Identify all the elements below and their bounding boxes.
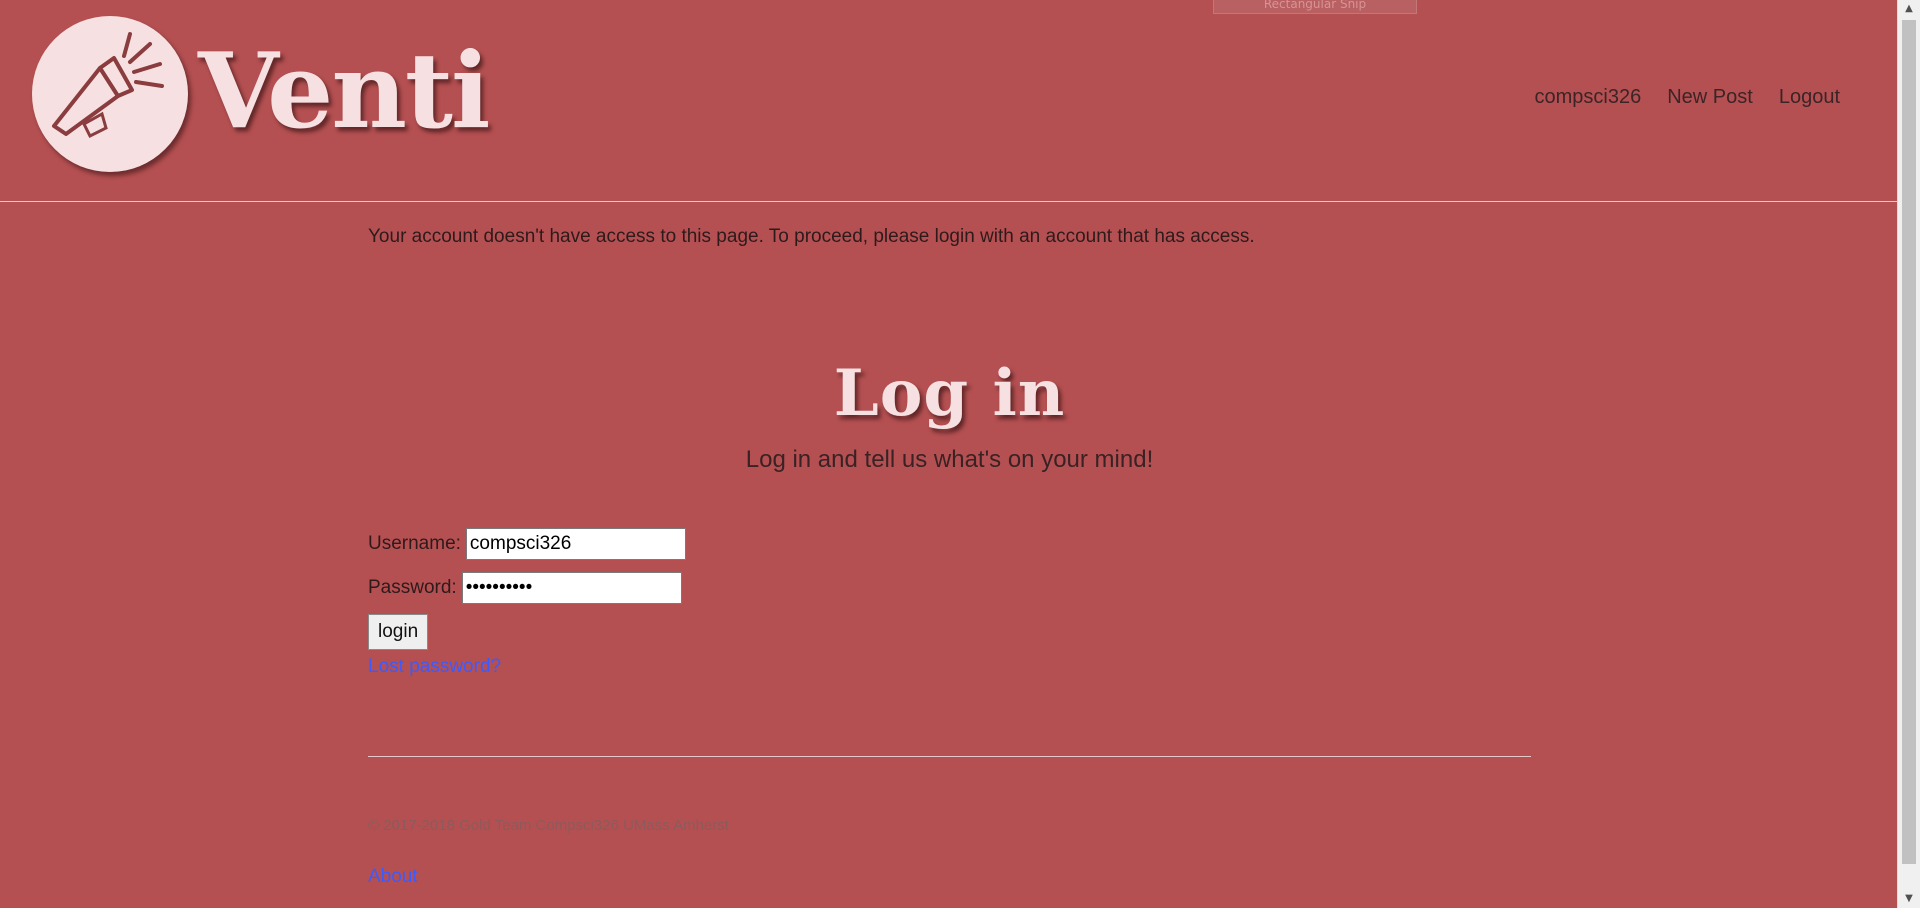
login-form: Username: Password: login Lost password? <box>368 526 1531 678</box>
password-row: Password: <box>368 570 1531 606</box>
vertical-scrollbar[interactable]: ▲ ▼ <box>1897 0 1920 908</box>
chevron-up-icon[interactable]: ▲ <box>1898 0 1920 18</box>
username-label: Username: <box>368 533 461 554</box>
chevron-down-icon[interactable]: ▼ <box>1898 890 1920 908</box>
about-link[interactable]: About <box>368 866 1531 888</box>
nav-new-post[interactable]: New Post <box>1667 86 1753 109</box>
site-header: Venti compsci326 New Post Logout <box>0 0 1898 202</box>
username-field[interactable] <box>465 528 686 560</box>
page-subtitle: Log in and tell us what's on your mind! <box>745 446 1154 473</box>
username-row: Username: <box>368 526 1531 562</box>
copyright-text: © 2017-2018 Gold Team Compsci326 UMass A… <box>368 817 729 834</box>
top-nav: compsci326 New Post Logout <box>1535 86 1840 109</box>
brand-name: Venti <box>198 28 490 152</box>
login-button[interactable]: login <box>368 614 429 650</box>
megaphone-icon <box>32 16 188 172</box>
page-title: Log in <box>833 356 1066 431</box>
password-field[interactable] <box>461 572 682 604</box>
page: Rectangular Snip Venti compsci326 New Po… <box>0 0 1898 908</box>
nav-username[interactable]: compsci326 <box>1535 86 1642 109</box>
scrollbar-thumb[interactable] <box>1902 20 1916 864</box>
site-logo[interactable]: Venti <box>32 16 490 172</box>
password-label: Password: <box>368 577 457 598</box>
lost-password-link[interactable]: Lost password? <box>368 656 1531 678</box>
nav-logout[interactable]: Logout <box>1779 86 1840 109</box>
main-content: Your account doesn't have access to this… <box>368 226 1531 888</box>
access-notice: Your account doesn't have access to this… <box>368 226 1255 247</box>
footer-divider <box>368 756 1531 757</box>
